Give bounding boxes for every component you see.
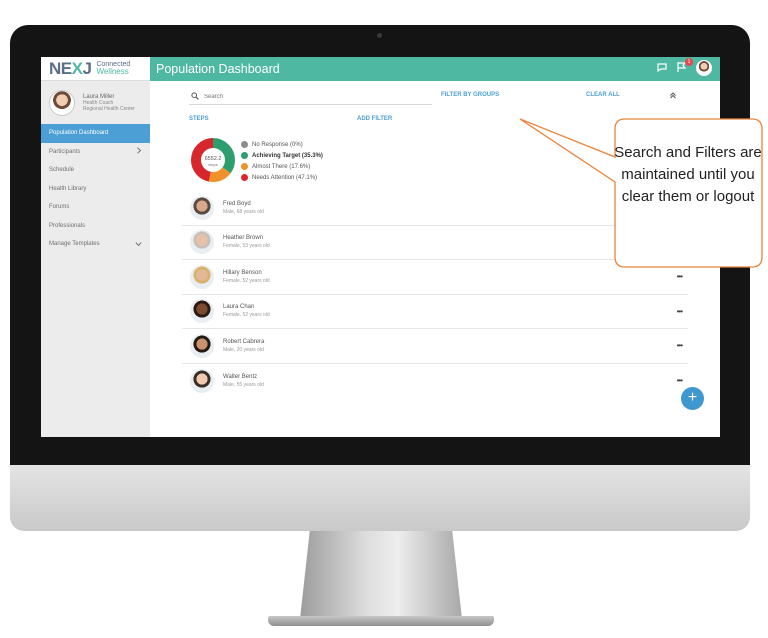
legend-label: No Response (0%) — [252, 141, 303, 148]
search-icon — [191, 91, 199, 102]
legend-label: Almost There (17.6%) — [252, 163, 311, 170]
participant-demographics: Female, 52 years old — [223, 277, 270, 284]
sidebar-item-participants[interactable]: Participants — [41, 143, 150, 162]
participant-row[interactable]: Laura Chan Female, 52 years old ••• — [182, 295, 688, 329]
donut-unit: steps — [208, 162, 218, 167]
legend-label: Achieving Target (35.3%) — [252, 152, 323, 159]
participant-info: Hillary Benson Female, 52 years old — [223, 270, 270, 284]
search-input[interactable] — [204, 93, 404, 100]
participant-row[interactable]: Walter Bentz Male, 55 years old ••• — [182, 364, 688, 399]
chevron-down-icon — [135, 240, 142, 249]
legend-dot — [241, 174, 248, 181]
account-avatar[interactable] — [696, 60, 712, 76]
participant-row[interactable]: Robert Cabrera Male, 20 years old ••• — [182, 329, 688, 364]
sidebar-item-label: Manage Templates — [49, 241, 100, 248]
user-avatar — [49, 89, 75, 116]
participant-avatar — [190, 230, 214, 255]
participant-avatar — [190, 333, 214, 358]
filter-by-groups-button[interactable]: FILTER BY GROUPS — [441, 92, 499, 98]
participant-info: Fred Boyd Male, 68 years old — [223, 201, 264, 215]
sidebar: NEXJ Connected Wellness Laura Miller Heal… — [41, 57, 150, 437]
participant-demographics: Male, 20 years old — [223, 346, 264, 353]
participant-demographics: Female, 53 years old — [223, 243, 270, 250]
sidebar-item-label: Participants — [49, 148, 81, 155]
legend-item: No Response (0%) — [241, 139, 323, 150]
clear-all-button[interactable]: CLEAR ALL — [586, 92, 620, 98]
legend-label: Needs Attention (47.1%) — [252, 174, 318, 181]
monitor-stand-neck — [300, 531, 462, 619]
sidebar-item-manage-templates[interactable]: Manage Templates — [41, 235, 150, 254]
participant-demographics: Male, 68 years old — [223, 208, 264, 215]
sidebar-item-label: Professionals — [49, 222, 86, 229]
participant-name: Laura Chan — [223, 304, 255, 311]
sidebar-nav: Population Dashboard Participants Schedule… — [41, 124, 150, 254]
sidebar-item-label: Health Library — [49, 185, 87, 192]
participant-info: Robert Cabrera Male, 20 years old — [223, 339, 264, 353]
user-info: Laura Miller Health Coach Regional Healt… — [83, 94, 135, 112]
sidebar-item-population-dashboard[interactable]: Population Dashboard — [41, 124, 150, 143]
more-options-icon[interactable]: ••• — [677, 341, 683, 350]
legend-item: Almost There (17.6%) — [241, 161, 323, 172]
flag-icon[interactable]: 1 — [676, 57, 693, 76]
sidebar-item-label: Schedule — [49, 167, 75, 174]
participant-name: Heather Brown — [223, 235, 264, 242]
user-profile[interactable]: Laura Miller Health Coach Regional Healt… — [41, 81, 150, 124]
callout-text: Search and Filters are maintained until … — [614, 144, 762, 205]
sidebar-item-health-library[interactable]: Health Library — [41, 180, 150, 199]
steps-filter[interactable]: STEPS — [189, 116, 209, 122]
legend-item: Achieving Target (35.3%) — [241, 150, 323, 161]
legend-item: Needs Attention (47.1%) — [241, 172, 323, 183]
collapse-icon[interactable] — [669, 91, 677, 101]
steps-donut-chart: 6552.2 steps — [191, 138, 235, 182]
more-options-icon[interactable]: ••• — [677, 272, 683, 281]
sidebar-item-label: Population Dashboard — [49, 130, 109, 137]
chevron-right-icon — [136, 147, 142, 156]
participant-avatar — [190, 195, 214, 220]
top-bar: Population Dashboard 1 — [150, 57, 720, 81]
legend-dot — [241, 152, 248, 159]
participant-demographics: Male, 55 years old — [223, 381, 264, 388]
more-options-icon[interactable]: ••• — [677, 307, 683, 316]
participant-name: Robert Cabrera — [223, 338, 265, 345]
add-participant-button[interactable]: + — [681, 387, 704, 410]
monitor-stand-base — [268, 616, 494, 626]
participant-info: Walter Bentz Male, 55 years old — [223, 374, 264, 388]
sidebar-item-forums[interactable]: Forums — [41, 198, 150, 217]
sidebar-item-professionals[interactable]: Professionals — [41, 217, 150, 236]
logo-mark: NEXJ — [49, 58, 92, 78]
participant-avatar — [190, 368, 214, 393]
user-org: Regional Health Center — [83, 105, 135, 112]
participant-demographics: Female, 52 years old — [223, 312, 270, 319]
monitor-camera — [377, 33, 382, 38]
logo-wordmark: Connected Wellness — [96, 61, 131, 76]
participant-info: Laura Chan Female, 52 years old — [223, 304, 270, 318]
legend-dot — [241, 141, 248, 148]
sidebar-item-label: Forums — [49, 204, 70, 211]
participant-name: Walter Bentz — [223, 373, 258, 380]
notification-badge: 1 — [685, 57, 693, 66]
participant-info: Heather Brown Female, 53 years old — [223, 235, 270, 249]
add-filter-button[interactable]: ADD FILTER — [357, 116, 392, 122]
participant-avatar — [190, 264, 214, 289]
search-bar — [189, 89, 432, 105]
participant-name: Fred Boyd — [223, 200, 251, 207]
donut-legend: No Response (0%) Achieving Target (35.3%)… — [241, 139, 323, 183]
chat-icon[interactable] — [656, 61, 668, 76]
participant-name: Hillary Benson — [223, 269, 262, 276]
legend-dot — [241, 163, 248, 170]
participant-avatar — [190, 299, 214, 324]
more-options-icon[interactable]: ••• — [677, 376, 683, 385]
monitor-chin — [10, 465, 750, 531]
app-logo[interactable]: NEXJ Connected Wellness — [41, 57, 150, 81]
sidebar-item-schedule[interactable]: Schedule — [41, 161, 150, 180]
top-bar-actions: 1 — [656, 57, 712, 76]
page-title: Population Dashboard — [156, 62, 280, 76]
